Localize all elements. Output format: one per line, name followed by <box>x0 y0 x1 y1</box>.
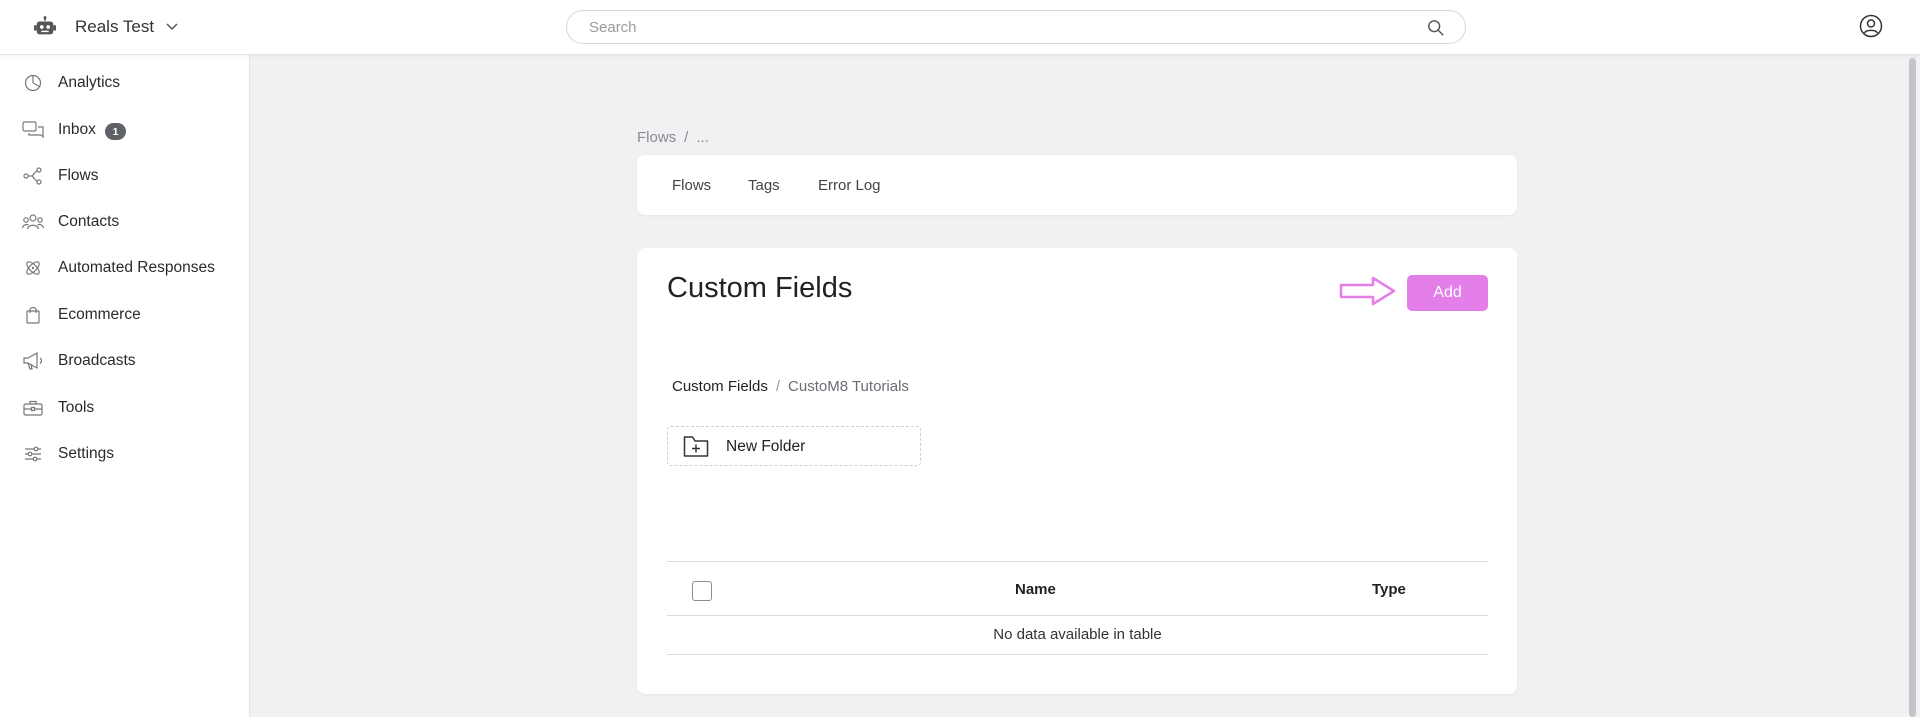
custom-fields-card: Custom Fields Add Custom Fields / CustoM8 … <box>637 248 1517 694</box>
contacts-icon <box>22 211 44 233</box>
search-icon[interactable] <box>1427 19 1445 37</box>
breadcrumb-flows-link[interactable]: Flows <box>637 129 676 146</box>
sidebar-item-label: Broadcasts <box>58 352 136 369</box>
page-title: Custom Fields <box>667 272 853 304</box>
empty-table-message: No data available in table <box>667 616 1488 655</box>
sidebar-item-automated-responses[interactable]: Automated Responses <box>0 248 250 288</box>
automated-responses-icon <box>22 257 44 279</box>
select-all-checkbox[interactable] <box>692 581 712 601</box>
tab-tags[interactable]: Tags <box>748 177 780 194</box>
chevron-down-icon <box>166 23 178 31</box>
new-folder-label: New Folder <box>726 438 806 455</box>
workspace-name: Reals Test <box>75 17 155 36</box>
folder-plus-icon <box>683 436 709 457</box>
analytics-icon <box>22 72 44 94</box>
sidebar-item-settings[interactable]: Settings <box>0 434 250 474</box>
column-header-name[interactable]: Name <box>1015 581 1056 598</box>
breadcrumb: Flows /... <box>637 129 709 146</box>
folder-breadcrumb-current: CustoM8 Tutorials <box>788 378 909 395</box>
folder-breadcrumb-separator: / <box>775 378 781 395</box>
bot-logo-icon <box>34 16 56 35</box>
inbox-icon <box>22 119 44 141</box>
sidebar-item-flows[interactable]: Flows <box>0 156 250 196</box>
top-bar: Reals Test <box>0 0 1920 55</box>
user-account-icon[interactable] <box>1859 14 1883 38</box>
settings-icon <box>22 443 44 465</box>
sidebar-item-label: Flows <box>58 167 99 184</box>
sidebar-item-label: Analytics <box>58 74 121 91</box>
sidebar-item-contacts[interactable]: Contacts <box>0 202 250 242</box>
broadcasts-icon <box>22 350 44 372</box>
sidebar-item-label: Settings <box>58 445 115 462</box>
sidebar-item-tools[interactable]: Tools <box>0 388 250 428</box>
tools-icon <box>22 397 44 419</box>
sidebar-item-label: Tools <box>58 399 95 416</box>
sidebar-item-inbox[interactable]: Inbox 1 <box>0 110 250 150</box>
sidebar-item-ecommerce[interactable]: Ecommerce <box>0 295 250 335</box>
search-input[interactable] <box>589 19 1409 36</box>
sidebar-item-label: Ecommerce <box>58 306 141 323</box>
sidebar-item-label: Automated Responses <box>58 259 215 276</box>
sidebar-item-label: Inbox <box>58 121 96 138</box>
column-header-type[interactable]: Type <box>1372 581 1406 598</box>
inbox-count-badge: 1 <box>105 123 126 140</box>
sidebar-item-broadcasts[interactable]: Broadcasts <box>0 341 250 381</box>
folder-breadcrumb: Custom Fields / CustoM8 Tutorials <box>672 378 909 395</box>
tab-error-log[interactable]: Error Log <box>818 177 881 194</box>
ecommerce-icon <box>22 304 44 326</box>
sidebar-item-analytics[interactable]: Analytics <box>0 63 250 103</box>
custom-fields-table: Name Type No data available in table <box>667 561 1488 655</box>
sidebar: Analytics Inbox 1 Flows Contacts Automat… <box>0 55 250 717</box>
table-header: Name Type <box>667 561 1488 616</box>
page-scrollbar-thumb[interactable] <box>1909 58 1916 717</box>
breadcrumb-separator: / <box>684 129 689 146</box>
sidebar-item-label: Contacts <box>58 213 120 230</box>
flows-icon <box>22 165 44 187</box>
folder-breadcrumb-root[interactable]: Custom Fields <box>672 378 768 395</box>
tabs-card: Flows Tags Error Log <box>637 155 1517 215</box>
new-folder-button[interactable]: New Folder <box>667 426 921 466</box>
search-bar <box>566 10 1466 44</box>
workspace-selector[interactable]: Reals Test <box>75 17 178 37</box>
arrow-right-icon <box>1339 276 1396 306</box>
add-button[interactable]: Add <box>1407 275 1488 311</box>
breadcrumb-current: ... <box>696 129 709 146</box>
tab-flows[interactable]: Flows <box>672 177 711 194</box>
